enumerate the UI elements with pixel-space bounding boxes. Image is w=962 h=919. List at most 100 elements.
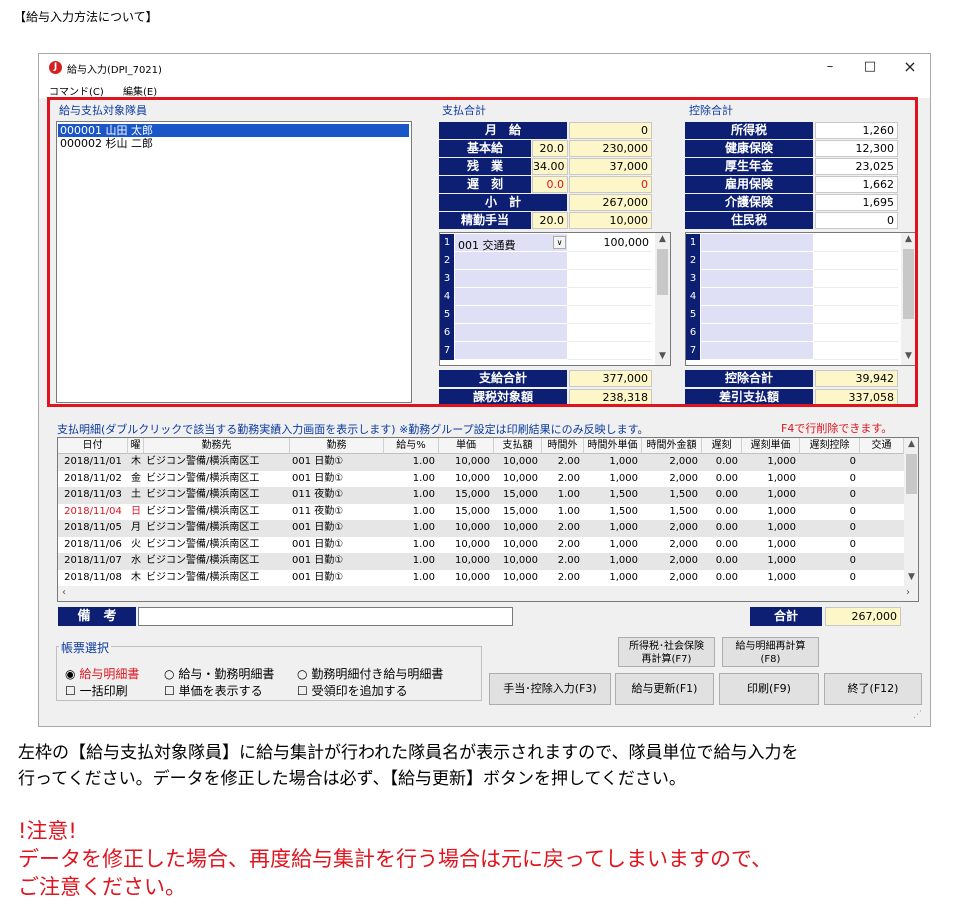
warning-line-1: データを修正した場合、再度給与集計を行う場合は元に戻ってしまいますので、 [18,847,773,871]
table-cell [860,520,904,537]
table-cell: 1,000 [767,538,796,550]
table-cell [860,504,904,521]
column-header[interactable]: 支払額 [494,438,542,454]
window-title: 給与入力(DPI_7021) [67,65,162,76]
table-cell: 1,000 [609,555,638,566]
table-cell: 2.00 [557,522,580,533]
table-row[interactable]: 2018/11/02 金ビジコン警備/横浜南区工 001 日勤① 1.00 10,000… [58,470,904,487]
table-row[interactable]: 2018/11/05 月ビジコン警備/横浜南区工 001 日勤① 1.00 10,000… [58,520,904,537]
table-cell: 2,000 [669,472,698,484]
column-header[interactable]: 時間外金額 [642,438,702,454]
table-cell: 10,000 [455,522,490,533]
table-cell: 0.00 [715,456,738,467]
table-row[interactable]: 2018/11/07 水ビジコン警備/横浜南区工 001 日勤① 1.00 10,000… [58,553,904,570]
radio-unchecked-icon: ○ [297,667,308,681]
check-batch-print[interactable]: ☐ 一括印刷 [65,682,128,699]
close-button[interactable]: × [890,54,930,80]
table-cell: 2,000 [669,571,698,583]
scroll-down-icon[interactable]: ▼ [904,572,918,582]
table-cell: 1,000 [767,522,796,533]
column-header[interactable]: 勤務先 [144,438,290,454]
column-header[interactable]: 時間外単価 [584,438,642,454]
menu-bar: コマンド(C) 編集(E) [39,80,930,98]
column-header[interactable]: 日付 [58,438,128,454]
column-header[interactable]: 単価 [439,438,494,454]
table-cell [860,570,904,587]
table-cell: 1.00 [412,522,435,533]
column-header[interactable]: 交通 [860,438,904,454]
remarks-input[interactable] [138,607,513,626]
table-cell: 0.00 [715,489,738,500]
table-cell: 001 日勤① [292,456,344,467]
table-cell: 001 日勤① [292,522,344,533]
resize-grip-icon[interactable]: ⋰ [913,710,922,720]
check-show-unit-price[interactable]: ☐ 単価を表示する [164,682,263,699]
table-cell: 10,000 [455,456,490,467]
scroll-up-icon[interactable]: ▲ [904,439,918,449]
detail-vscroll[interactable]: ▲ ▼ [904,438,918,586]
scroll-left-icon[interactable]: ‹ [62,587,66,598]
detail-grid[interactable]: 日付曜勤務先 勤務 給与% 単価 支払額 時間外 時間外単価 時間外金額 遅刻 遅刻単価 遅刻控除交… [57,437,919,602]
table-cell: 2,000 [669,555,698,566]
table-cell: 0.00 [715,571,738,583]
checkbox-label: 単価を表示する [178,684,263,698]
column-header[interactable]: 遅刻単価 [742,438,800,454]
table-row[interactable]: 2018/11/04 日ビジコン警備/横浜南区工 011 夜勤① 1.00 15,000… [58,503,904,521]
minimize-button[interactable]: – [810,54,850,80]
table-cell [860,553,904,570]
column-header[interactable]: 勤務 [290,438,384,454]
recalc-slip-button[interactable]: 給与明細再計算 (F8) [722,637,819,667]
table-row[interactable]: 2018/11/08 木ビジコン警備/横浜南区工 001 日勤① 1.00 10,000… [58,569,904,587]
recalc-tax-button[interactable]: 所得税･社会保険 再計算(F7) [618,637,715,667]
table-cell: 0.00 [715,522,738,533]
column-header[interactable]: 曜 [128,438,144,454]
print-button[interactable]: 印刷(F9) [719,673,819,705]
table-row[interactable]: 2018/11/03 土ビジコン警備/横浜南区工 011 夜勤① 1.00 15,000… [58,487,904,504]
radio-label: 給与・勤務明細書 [178,667,275,681]
table-cell: 木 [131,456,141,467]
table-row[interactable]: 2018/11/06 火ビジコン警備/横浜南区工 001 日勤① 1.00 10,000… [58,536,904,554]
table-cell: 0 [849,538,856,550]
menu-command[interactable]: コマンド(C) [49,83,104,98]
table-cell: ビジコン警備/横浜南区工 [146,456,260,467]
table-cell: 001 日勤① [292,555,344,566]
table-cell: 1,000 [767,555,796,566]
table-cell: 1,000 [609,522,638,533]
scroll-right-icon[interactable]: › [906,587,910,598]
table-cell [860,454,904,471]
detail-hscroll[interactable]: ‹ › [58,586,918,601]
table-cell: 2018/11/05 [64,522,122,533]
table-cell [860,537,904,554]
column-header[interactable]: 時間外 [542,438,584,454]
radio-payslip[interactable]: ◉ 給与明細書 [65,665,139,682]
exit-button[interactable]: 終了(F12) [824,673,922,705]
radio-work-detail-slip[interactable]: ○ 勤務明細付き給与明細書 [297,665,443,682]
table-cell: 0.00 [715,555,738,566]
table-cell: 1,500 [609,505,638,517]
payroll-window: J 給与入力(DPI_7021) – □ × コマンド(C) 編集(E) 給与支… [38,53,931,727]
menu-edit[interactable]: 編集(E) [123,83,157,98]
allowance-input-button[interactable]: 手当･控除入力(F3) [489,673,611,705]
table-cell: 2,000 [669,538,698,550]
table-cell: 15,000 [503,505,538,517]
table-cell: 10,000 [503,571,538,583]
column-header[interactable]: 給与% [384,438,439,454]
pay-update-button[interactable]: 給与更新(F1) [615,673,714,705]
table-cell: 1,000 [767,571,796,583]
table-cell: 1,500 [669,489,698,500]
table-cell: 1.00 [412,489,435,500]
table-cell: 001 日勤① [292,472,344,484]
table-cell: ビジコン警備/横浜南区工 [146,522,260,533]
maximize-button[interactable]: □ [850,54,890,80]
column-header[interactable]: 遅刻 [702,438,742,454]
table-row[interactable]: 2018/11/01 木ビジコン警備/横浜南区工 001 日勤① 1.00 10,000… [58,454,904,471]
instruction-line-2: 行ってください。データを修正した場合は必ず、【給与更新】ボタンを押してください。 [18,769,686,789]
page-heading: 【給与入力方法について】 [14,10,158,24]
table-cell: 2018/11/08 [64,571,122,583]
table-cell: 2.00 [557,571,580,583]
scroll-thumb[interactable] [906,454,917,494]
radio-pay-work-slip[interactable]: ○ 給与・勤務明細書 [164,665,274,682]
table-cell: 011 夜勤① [292,505,344,517]
check-add-seal[interactable]: ☐ 受領印を追加する [297,682,408,699]
column-header[interactable]: 遅刻控除 [800,438,860,454]
